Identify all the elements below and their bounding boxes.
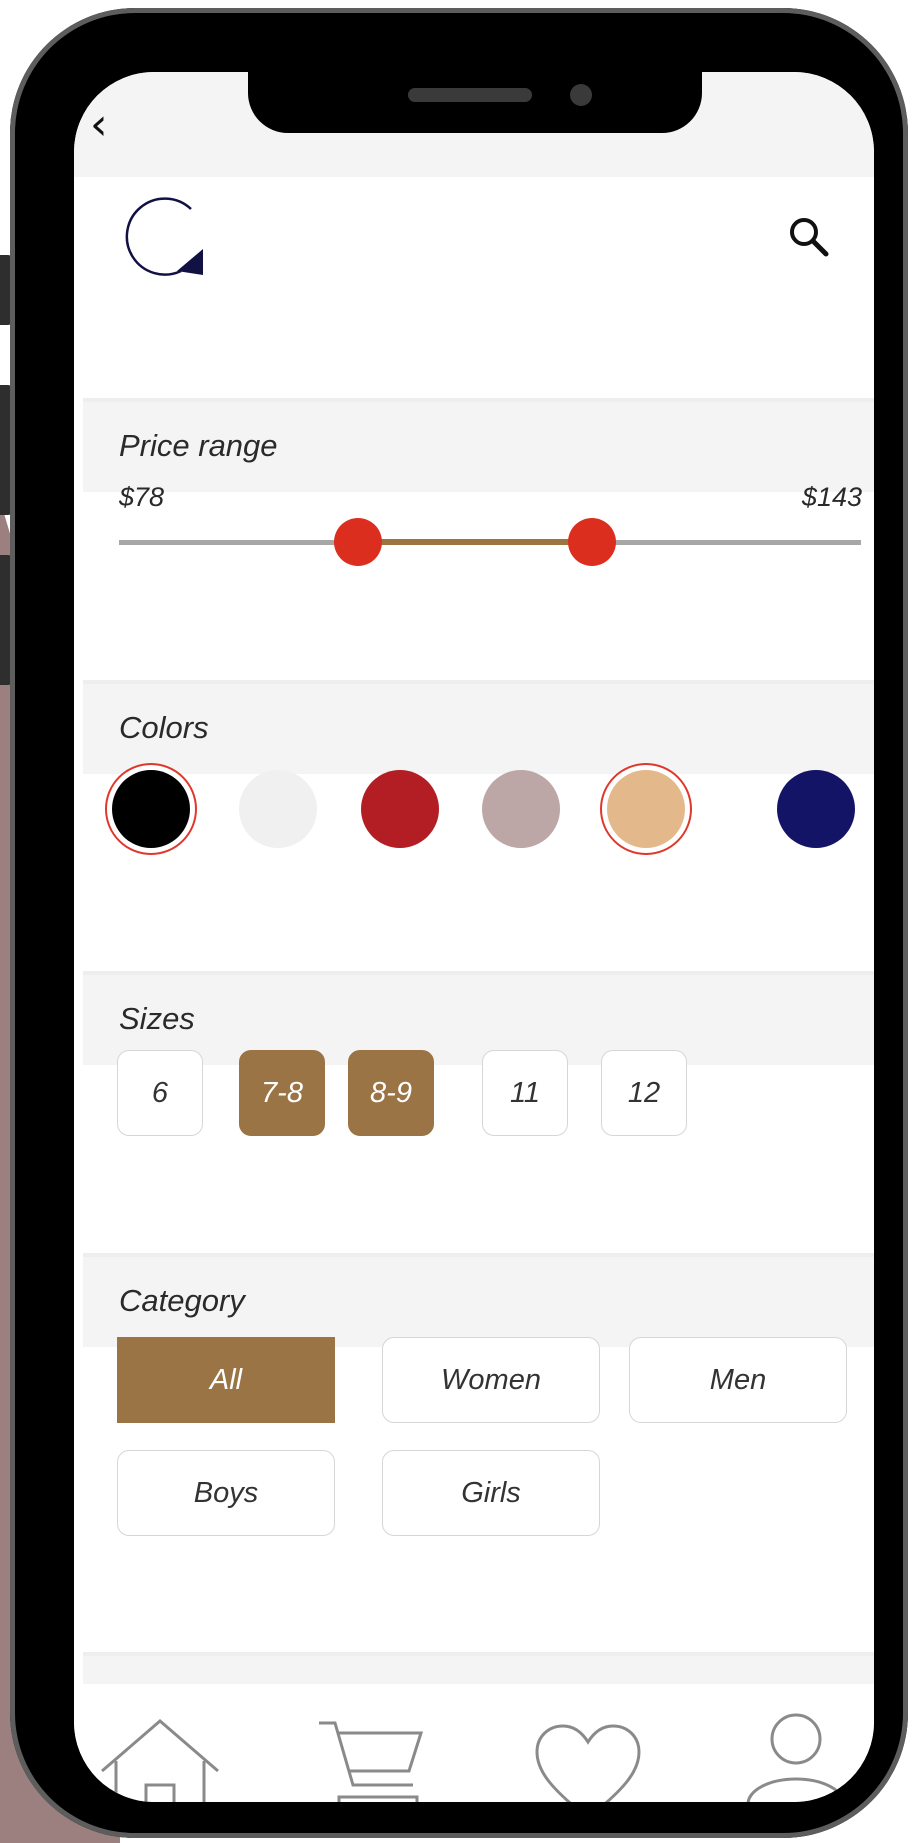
size-option[interactable]: 7-8: [239, 1050, 325, 1136]
size-option[interactable]: 11: [482, 1050, 568, 1136]
cart-icon[interactable]: [317, 1717, 425, 1802]
color-swatch-tan[interactable]: [607, 770, 685, 848]
price-max-label: $143: [801, 482, 862, 512]
price-range-header: Price range: [83, 398, 874, 492]
sizes-label: Sizes: [119, 1001, 195, 1036]
profile-icon[interactable]: [744, 1712, 848, 1802]
category-option[interactable]: All: [117, 1337, 335, 1423]
heart-icon[interactable]: [533, 1722, 643, 1802]
category-label: Category: [119, 1283, 245, 1318]
colors-header: Colors: [83, 680, 874, 774]
price-min-label: $78: [119, 482, 165, 512]
sizes-header: Sizes: [83, 971, 874, 1065]
section-divider: [83, 1652, 874, 1688]
size-option[interactable]: 12: [601, 1050, 687, 1136]
price-range-label: Price range: [119, 428, 278, 463]
category-header: Category: [83, 1253, 874, 1347]
phone-notch: [248, 68, 702, 133]
price-max-handle[interactable]: [568, 518, 616, 566]
color-swatch-mauve[interactable]: [482, 770, 560, 848]
search-icon[interactable]: [784, 212, 834, 262]
color-swatch-navy[interactable]: [777, 770, 855, 848]
category-option[interactable]: Women: [382, 1337, 600, 1423]
color-swatch-white[interactable]: [239, 770, 317, 848]
size-option[interactable]: 8-9: [348, 1050, 434, 1136]
app-screen: ‹ Filters Price range $78 $143 Colors: [74, 72, 874, 1802]
camera: [570, 84, 592, 106]
color-swatch-red[interactable]: [361, 770, 439, 848]
price-min-handle[interactable]: [334, 518, 382, 566]
brand-logo-icon[interactable]: [119, 187, 209, 277]
phone-frame: ‹ Filters Price range $78 $143 Colors: [10, 8, 908, 1838]
color-swatch-black[interactable]: [112, 770, 190, 848]
home-icon[interactable]: [98, 1717, 222, 1802]
category-option[interactable]: Men: [629, 1337, 847, 1423]
size-option[interactable]: 6: [117, 1050, 203, 1136]
category-option[interactable]: Boys: [117, 1450, 335, 1536]
category-option[interactable]: Girls: [382, 1450, 600, 1536]
colors-label: Colors: [119, 710, 209, 745]
price-slider-range: [358, 539, 590, 545]
speaker: [408, 88, 532, 102]
